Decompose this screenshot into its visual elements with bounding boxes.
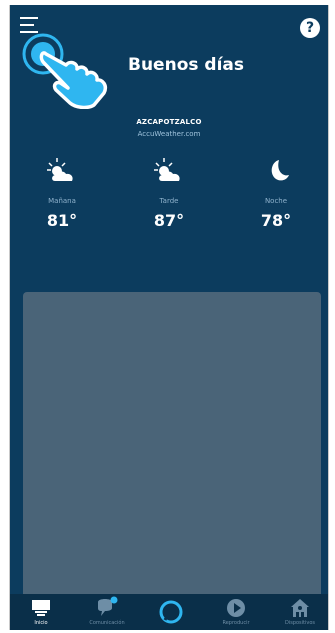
weather-location: AZCAPOTZALCO	[136, 118, 202, 126]
nav-item-reproducir[interactable]: Reproducir	[206, 594, 266, 630]
forecast-temp: 81°	[46, 211, 78, 230]
nav-label: Inicio	[34, 620, 48, 626]
content-card[interactable]	[23, 292, 321, 630]
play-icon	[227, 599, 245, 617]
help-icon[interactable]: ?	[300, 18, 320, 38]
nav-item-inicio[interactable]: Inicio	[11, 594, 71, 630]
weather-provider[interactable]: AccuWeather.com	[10, 130, 328, 138]
alexa-icon[interactable]	[158, 599, 184, 625]
home-icon	[32, 600, 50, 616]
devices-icon	[291, 599, 309, 617]
nav-item-comunicacion[interactable]: Comunicación	[77, 594, 137, 630]
nav-item-dispositivos[interactable]: Dispositivos	[270, 594, 328, 630]
weather-forecast[interactable]: Mañana 81° Tarde 87° Noche 78°	[10, 155, 328, 245]
moon-icon	[271, 160, 289, 181]
nav-label: Dispositivos	[284, 620, 316, 626]
tap-hand-icon	[22, 33, 108, 109]
forecast-afternoon: Tarde 87°	[129, 155, 209, 230]
forecast-temp: 87°	[153, 211, 185, 230]
forecast-morning: Mañana 81°	[22, 155, 102, 230]
app-screen: ? Buenos días AZCAPOTZALCO AccuWeather.c…	[9, 5, 329, 630]
forecast-label: Noche	[264, 197, 288, 205]
forecast-temp: 78°	[260, 211, 292, 230]
chat-icon	[98, 596, 118, 616]
forecast-label: Tarde	[159, 197, 179, 205]
forecast-night: Noche 78°	[236, 155, 316, 230]
nav-label: Reproducir	[222, 620, 250, 626]
forecast-label: Mañana	[48, 197, 76, 205]
greeting-title: Buenos días	[128, 55, 244, 75]
nav-label: Comunicación	[89, 620, 125, 626]
bottom-nav: Inicio Comunicación Reproducir Dispositi…	[10, 594, 328, 630]
partly-sunny-icon	[154, 158, 180, 181]
partly-sunny-icon	[47, 158, 73, 181]
